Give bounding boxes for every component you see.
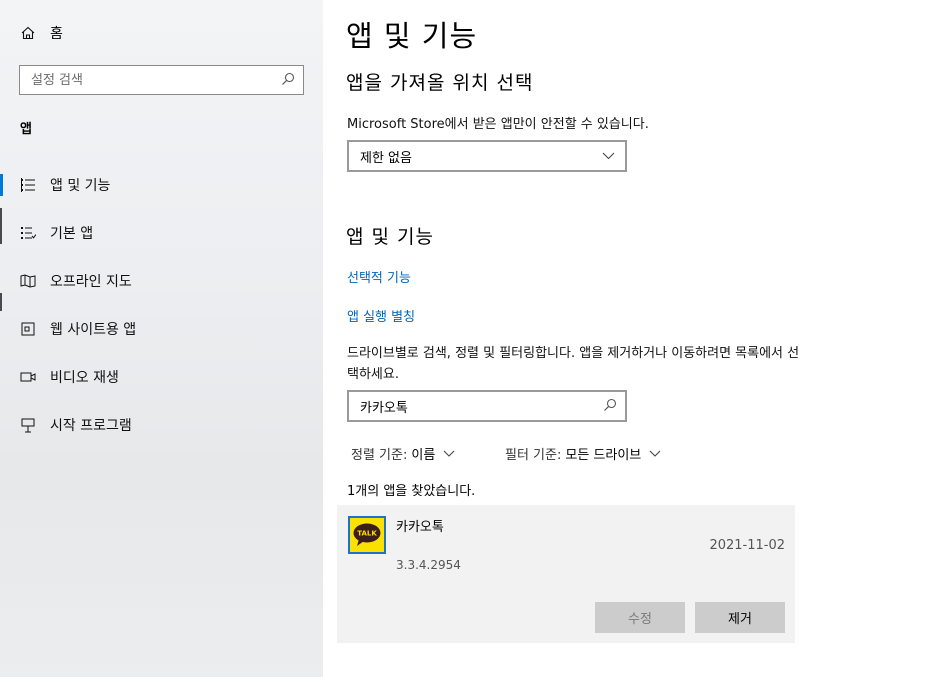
app-install-date: 2021-11-02 <box>709 538 785 553</box>
page-title: 앱 및 기능 <box>346 19 478 53</box>
search-icon[interactable] <box>281 71 295 90</box>
app-search-input[interactable] <box>360 398 603 414</box>
sidebar-item-label: 비디오 재생 <box>50 370 119 386</box>
modify-button[interactable]: 수정 <box>595 602 685 633</box>
chevron-down-icon <box>443 446 455 461</box>
sidebar-item-startup[interactable]: 시작 프로그램 <box>20 414 132 436</box>
sidebar-item-offline-maps[interactable]: 오프라인 지도 <box>20 270 132 292</box>
filter-label: 필터 기준: <box>505 448 562 463</box>
home-icon <box>20 26 36 40</box>
nav-home[interactable]: 홈 <box>20 22 63 44</box>
filter-selector[interactable]: 필터 기준: 모든 드라이브 <box>505 444 661 463</box>
sidebar: 홈 앱 앱 및 기능 기본 앱 오프라인 지도 웹 사이트용 앱 <box>0 0 323 677</box>
sidebar-item-default-apps[interactable]: 기본 앱 <box>20 222 93 244</box>
chevron-down-icon <box>602 149 615 164</box>
app-version: 3.3.4.2954 <box>396 558 461 572</box>
sort-value: 이름 <box>411 448 436 463</box>
sidebar-item-label: 앱 및 기능 <box>50 178 111 194</box>
selection-indicator <box>0 174 3 196</box>
window-edge-mark <box>0 293 2 311</box>
sidebar-item-apps-features[interactable]: 앱 및 기능 <box>20 174 110 196</box>
sort-label: 정렬 기준: <box>351 448 408 463</box>
logo-text: TALK <box>357 530 377 538</box>
uninstall-button[interactable]: 제거 <box>695 602 785 633</box>
map-icon <box>20 273 36 289</box>
sidebar-item-label: 기본 앱 <box>50 226 94 242</box>
search-icon[interactable] <box>603 397 617 416</box>
sidebar-item-video-playback[interactable]: 비디오 재생 <box>20 366 119 388</box>
section-label: 앱 <box>20 122 32 137</box>
sidebar-item-apps-for-websites[interactable]: 웹 사이트용 앱 <box>20 318 136 340</box>
main-content: 앱 및 기능 앱을 가져올 위치 선택 Microsoft Store에서 받은… <box>323 0 936 677</box>
app-name: 카카오톡 <box>396 520 444 535</box>
app-source-dropdown[interactable]: 제한 없음 <box>347 140 627 172</box>
settings-search-box[interactable] <box>19 65 304 95</box>
sort-selector[interactable]: 정렬 기준: 이름 <box>351 444 455 463</box>
filter-value: 모든 드라이브 <box>565 448 642 463</box>
app-search-box[interactable] <box>347 390 627 422</box>
website-icon <box>20 321 36 337</box>
settings-search-input[interactable] <box>31 72 281 88</box>
app-list-item[interactable]: TALK 카카오톡 2021-11-02 3.3.4.2954 수정 제거 <box>337 505 795 643</box>
kakaotalk-logo-icon: TALK <box>348 516 386 554</box>
list-icon <box>20 177 36 193</box>
video-icon <box>20 369 36 385</box>
sidebar-item-label: 오프라인 지도 <box>50 274 132 290</box>
optional-features-link[interactable]: 선택적 기능 <box>347 267 411 286</box>
dropdown-value: 제한 없음 <box>360 150 412 166</box>
window-edge-mark <box>0 208 2 244</box>
apps-heading: 앱 및 기능 <box>346 226 434 248</box>
startup-icon <box>20 417 36 433</box>
search-description: 드라이브별로 검색, 정렬 및 필터링합니다. 앱을 제거하거나 이동하려면 목… <box>347 346 800 382</box>
sidebar-item-label: 웹 사이트용 앱 <box>50 322 137 338</box>
result-count: 1개의 앱을 찾았습니다. <box>347 484 476 499</box>
sidebar-item-label: 시작 프로그램 <box>50 418 132 434</box>
app-aliases-link[interactable]: 앱 실행 별칭 <box>347 306 415 325</box>
source-description: Microsoft Store에서 받은 앱만이 안전할 수 있습니다. <box>347 117 649 132</box>
nav-home-label: 홈 <box>50 26 63 42</box>
source-heading: 앱을 가져올 위치 선택 <box>346 72 534 94</box>
chevron-down-icon <box>649 446 661 461</box>
list-check-icon <box>20 225 36 241</box>
